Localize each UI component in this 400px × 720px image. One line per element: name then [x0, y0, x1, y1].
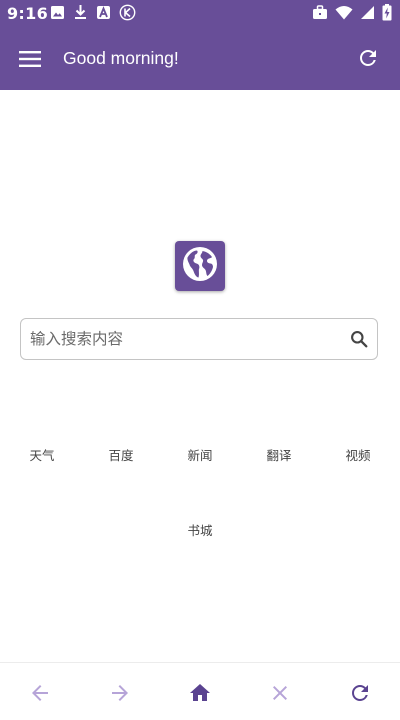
briefcase-icon — [312, 4, 328, 24]
hamburger-menu-icon — [18, 51, 42, 75]
image-icon — [50, 5, 65, 24]
page-title: Good morning! — [63, 48, 179, 68]
search-box — [20, 318, 378, 360]
back-button[interactable] — [28, 681, 52, 705]
battery-charging-icon — [382, 3, 392, 25]
shortcut-translate[interactable]: 翻译 — [249, 446, 309, 466]
shortcut-weather[interactable]: 天气 — [12, 446, 72, 466]
forward-arrow-icon — [108, 685, 132, 709]
k-app-icon — [119, 4, 136, 25]
status-bar: 9:16 — [0, 0, 400, 28]
shortcut-video[interactable]: 视频 — [328, 446, 388, 466]
forward-button[interactable] — [108, 681, 132, 705]
wifi-icon — [335, 5, 353, 24]
reload-button[interactable] — [348, 681, 372, 705]
bottom-navigation — [0, 663, 400, 720]
download-icon — [73, 4, 88, 24]
close-icon — [268, 686, 292, 709]
status-time: 9:16 — [7, 4, 48, 23]
refresh-button[interactable] — [356, 46, 380, 70]
search-input[interactable] — [30, 319, 340, 359]
shortcut-news[interactable]: 新闻 — [170, 446, 230, 466]
a-app-icon — [96, 5, 111, 24]
app-logo — [175, 241, 225, 291]
search-icon — [350, 331, 368, 352]
refresh-icon — [356, 50, 380, 74]
shortcut-baidu[interactable]: 百度 — [91, 446, 151, 466]
close-button[interactable] — [268, 681, 292, 705]
home-icon — [188, 684, 212, 709]
back-arrow-icon — [28, 685, 52, 709]
app-bar: Good morning! — [0, 28, 400, 90]
reload-icon — [348, 685, 372, 709]
home-button[interactable] — [188, 681, 212, 705]
globe-icon — [180, 244, 220, 288]
shortcut-bookstore[interactable]: 书城 — [170, 521, 230, 541]
search-button[interactable] — [350, 330, 368, 348]
status-notification-icons — [50, 4, 136, 25]
menu-button[interactable] — [18, 47, 44, 71]
signal-icon — [360, 5, 375, 24]
status-system-icons — [312, 3, 392, 25]
